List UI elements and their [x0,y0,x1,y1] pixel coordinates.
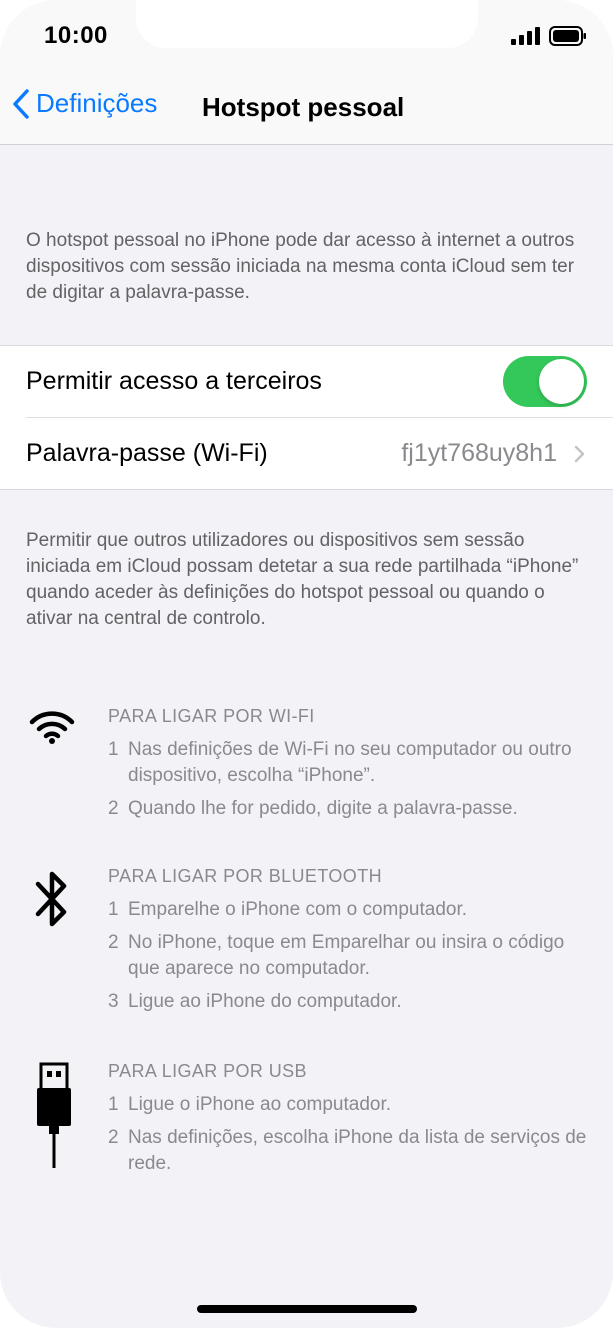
allow-others-label: Permitir acesso a terceiros [26,367,322,395]
step-text: Emparelhe o iPhone com o computador. [128,899,468,920]
page-title: Hotspot pessoal [202,92,405,122]
password-label: Palavra-passe (Wi-Fi) [26,439,268,467]
chevron-right-icon [574,445,585,463]
usb-step-2: 2 Nas definições, escolha iPhone da list… [108,1125,598,1177]
step-number: 2 [108,932,119,953]
notch [136,0,478,48]
step-number: 1 [108,739,119,760]
wifi-section: PARA LIGAR POR WI-FI 1 Nas definições de… [108,706,598,829]
allow-others-row: Permitir acesso a terceiros [26,346,613,417]
footer-text: Permitir que outros utilizadores ou disp… [26,530,579,629]
step-number: 2 [108,798,119,819]
bluetooth-icon [34,868,72,935]
toggle-knob [539,359,584,404]
bluetooth-step-1: 1 Emparelhe o iPhone com o computador. [108,897,598,923]
password-value: fj1yt768uy8h1 [401,439,557,467]
step-number: 1 [108,899,119,920]
allow-others-toggle[interactable] [503,356,587,407]
step-number: 1 [108,1094,119,1115]
home-indicator[interactable] [197,1305,417,1313]
bluetooth-step-2: 2 No iPhone, toque em Emparelhar ou insi… [108,930,598,982]
step-text: Nas definições, escolha iPhone da lista … [128,1127,587,1174]
back-button[interactable]: Definições [12,88,157,119]
chevron-left-icon [13,88,29,119]
wifi-icon [28,708,76,751]
wifi-heading: PARA LIGAR POR WI-FI [108,706,315,726]
phone-screen: 10:00 Definições Hotspot pessoal O hotsp… [0,0,613,1328]
step-text: Nas definições de Wi-Fi no seu computado… [128,739,572,786]
intro-text: O hotspot pessoal no iPhone pode dar ace… [26,230,575,303]
step-text: Quando lhe for pedido, digite a palavra-… [128,798,518,819]
usb-icon [36,1062,72,1175]
step-number: 2 [108,1127,119,1148]
settings-group: Permitir acesso a terceiros Palavra-pass… [0,345,613,490]
usb-heading: PARA LIGAR POR USB [108,1061,307,1081]
status-icons [511,26,587,46]
password-row[interactable]: Palavra-passe (Wi-Fi) fj1yt768uy8h1 [26,418,613,489]
usb-section: PARA LIGAR POR USB 1 Ligue o iPhone ao c… [108,1061,598,1184]
step-number: 3 [108,991,119,1012]
back-label: Definições [36,88,158,118]
bluetooth-section: PARA LIGAR POR BLUETOOTH 1 Emparelhe o i… [108,866,598,1022]
top-bar: 10:00 Definições Hotspot pessoal [0,0,613,145]
status-time: 10:00 [44,22,108,49]
battery-icon [549,26,586,46]
bluetooth-step-3: 3 Ligue ao iPhone do computador. [108,989,598,1015]
step-text: No iPhone, toque em Emparelhar ou insira… [128,932,565,979]
step-text: Ligue o iPhone ao computador. [128,1094,392,1115]
cellular-signal-icon [511,27,540,45]
usb-step-1: 1 Ligue o iPhone ao computador. [108,1092,598,1118]
wifi-step-2: 2 Quando lhe for pedido, digite a palavr… [108,796,598,822]
bluetooth-heading: PARA LIGAR POR BLUETOOTH [108,866,383,886]
wifi-step-1: 1 Nas definições de Wi-Fi no seu computa… [108,737,598,789]
step-text: Ligue ao iPhone do computador. [128,991,402,1012]
